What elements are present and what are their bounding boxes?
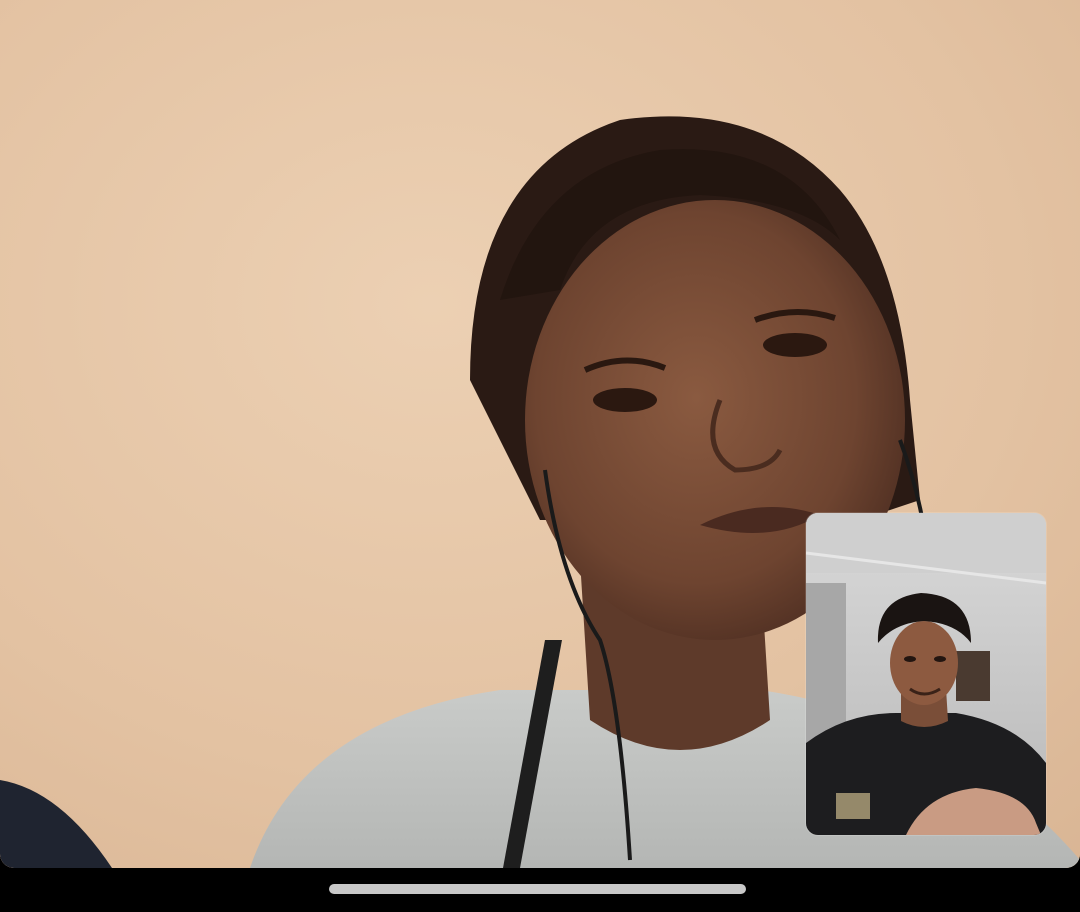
self-view-feed[interactable] [806, 513, 1046, 835]
video-call-screen [0, 0, 1080, 912]
self-participant-image [806, 513, 1046, 835]
home-indicator[interactable] [329, 884, 746, 894]
